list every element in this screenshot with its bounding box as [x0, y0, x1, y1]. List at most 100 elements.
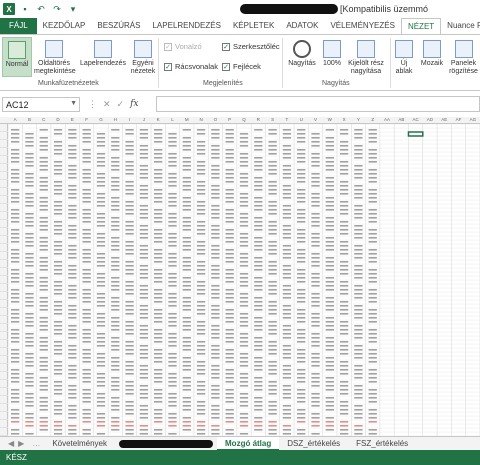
tab-formulas[interactable]: KÉPLETEK — [227, 18, 280, 35]
column-header[interactable]: Z — [366, 117, 380, 122]
row-header[interactable] — [0, 212, 8, 220]
sheet-tab-mozgo-atlag[interactable]: Mozgó átlag — [217, 436, 280, 451]
undo-icon[interactable]: ↶ — [35, 3, 47, 15]
sheet-tab-kovetelmenyek[interactable]: Követelmények — [44, 439, 115, 448]
column-header[interactable]: U — [294, 117, 308, 122]
row-header[interactable] — [0, 188, 8, 196]
row-header[interactable] — [0, 164, 8, 172]
row-header[interactable] — [0, 308, 8, 316]
row-header[interactable] — [0, 404, 8, 412]
row-header[interactable] — [0, 428, 8, 436]
row-header[interactable] — [0, 180, 8, 188]
row-header[interactable] — [0, 300, 8, 308]
row-header[interactable] — [0, 132, 8, 140]
worksheet-grid[interactable]: A B C D E F G H I J K L M N O P Q R S T U V W X Y Z AA AB AC AD AE AF AG — [0, 117, 480, 436]
row-header[interactable] — [0, 228, 8, 236]
column-header[interactable]: M — [180, 117, 194, 122]
freeze-panes-button[interactable]: Panelek rögzítése — [447, 37, 480, 77]
row-header[interactable] — [0, 332, 8, 340]
row-header[interactable] — [0, 324, 8, 332]
row-header[interactable] — [0, 380, 8, 388]
tab-page-layout[interactable]: LAPELRENDEZÉS — [146, 18, 226, 35]
column-header[interactable]: A — [8, 117, 22, 122]
formula-bar-checkbox[interactable]: ✓ Szerkesztőléc — [222, 42, 280, 51]
row-header[interactable] — [0, 340, 8, 348]
row-header[interactable] — [0, 396, 8, 404]
custom-views-button[interactable]: Egyéni nézetek — [129, 37, 157, 77]
tab-view[interactable]: NÉZET — [400, 18, 442, 35]
column-header[interactable]: AC — [408, 117, 422, 122]
row-header[interactable] — [0, 124, 8, 132]
column-header[interactable]: R — [251, 117, 265, 122]
column-header[interactable]: I — [122, 117, 136, 122]
column-header[interactable]: AD — [423, 117, 437, 122]
redo-icon[interactable]: ↷ — [51, 3, 63, 15]
row-header[interactable] — [0, 244, 8, 252]
tab-file[interactable]: FÁJL — [0, 18, 37, 35]
column-header[interactable]: L — [165, 117, 179, 122]
selected-cell[interactable] — [407, 131, 424, 137]
tab-data[interactable]: ADATOK — [280, 18, 324, 35]
column-header[interactable]: H — [108, 117, 122, 122]
column-header[interactable]: C — [37, 117, 51, 122]
normal-view-button[interactable]: Normál — [2, 37, 32, 77]
column-header[interactable]: AA — [380, 117, 394, 122]
column-header[interactable]: V — [308, 117, 322, 122]
column-header[interactable]: T — [280, 117, 294, 122]
row-header[interactable] — [0, 420, 8, 428]
redacted-sheet-tab[interactable] — [119, 439, 214, 448]
tab-review[interactable]: VÉLEMÉNYEZÉS — [324, 18, 400, 35]
sheet-tab-fsz[interactable]: FSZ_értékelés — [348, 439, 416, 448]
column-header[interactable]: AG — [466, 117, 480, 122]
column-header[interactable]: D — [51, 117, 65, 122]
row-header[interactable] — [0, 236, 8, 244]
column-header[interactable]: Q — [237, 117, 251, 122]
row-header[interactable] — [0, 388, 8, 396]
column-header[interactable]: AB — [394, 117, 408, 122]
column-header[interactable]: O — [208, 117, 222, 122]
row-header[interactable] — [0, 220, 8, 228]
row-header[interactable] — [0, 412, 8, 420]
page-break-preview-button[interactable]: Oldaltörés megtekintése — [34, 37, 76, 77]
headings-checkbox[interactable]: ✓ Fejlécek — [222, 62, 261, 71]
cancel-icon[interactable]: ✕ — [103, 99, 111, 110]
zoom-button[interactable]: Nagyítás — [286, 37, 318, 77]
enter-icon[interactable]: ✓ — [117, 99, 125, 110]
row-header[interactable] — [0, 260, 8, 268]
column-header[interactable]: Y — [351, 117, 365, 122]
tab-nuance-pdf[interactable]: Nuance PDF — [441, 18, 480, 35]
column-header[interactable]: B — [22, 117, 36, 122]
row-header[interactable] — [0, 364, 8, 372]
next-sheet-icon[interactable]: ▶ — [18, 439, 24, 448]
ruler-checkbox[interactable]: ✓ Vonalzó — [164, 42, 202, 51]
formula-input[interactable] — [156, 96, 480, 112]
arrange-all-button[interactable]: Mozaik — [418, 37, 446, 77]
chevron-down-icon[interactable]: ▼ — [70, 100, 77, 107]
quick-access-dropdown-icon[interactable]: ▾ — [67, 3, 79, 15]
column-header[interactable]: J — [137, 117, 151, 122]
row-header[interactable] — [0, 356, 8, 364]
column-header[interactable]: G — [94, 117, 108, 122]
column-header[interactable]: X — [337, 117, 351, 122]
cell-area[interactable] — [8, 124, 480, 436]
column-header[interactable]: K — [151, 117, 165, 122]
page-layout-view-button[interactable]: Lapelrendezés — [77, 37, 129, 77]
ellipsis-icon[interactable]: … — [32, 439, 40, 448]
row-header[interactable] — [0, 316, 8, 324]
column-header[interactable]: E — [65, 117, 79, 122]
prev-sheet-icon[interactable]: ◀ — [8, 439, 14, 448]
column-header[interactable]: AE — [437, 117, 451, 122]
zoom-100-button[interactable]: 100% — [320, 37, 344, 77]
zoom-to-selection-button[interactable]: Kijelölt rész nagyítása — [346, 37, 386, 77]
column-header[interactable]: AF — [451, 117, 465, 122]
gridlines-checkbox[interactable]: ✓ Rácsvonalak — [164, 62, 218, 71]
row-header[interactable] — [0, 196, 8, 204]
row-header[interactable] — [0, 252, 8, 260]
row-header[interactable] — [0, 204, 8, 212]
row-header[interactable] — [0, 284, 8, 292]
row-header[interactable] — [0, 172, 8, 180]
row-header[interactable] — [0, 276, 8, 284]
column-header[interactable]: W — [323, 117, 337, 122]
column-header[interactable]: N — [194, 117, 208, 122]
row-header[interactable] — [0, 372, 8, 380]
